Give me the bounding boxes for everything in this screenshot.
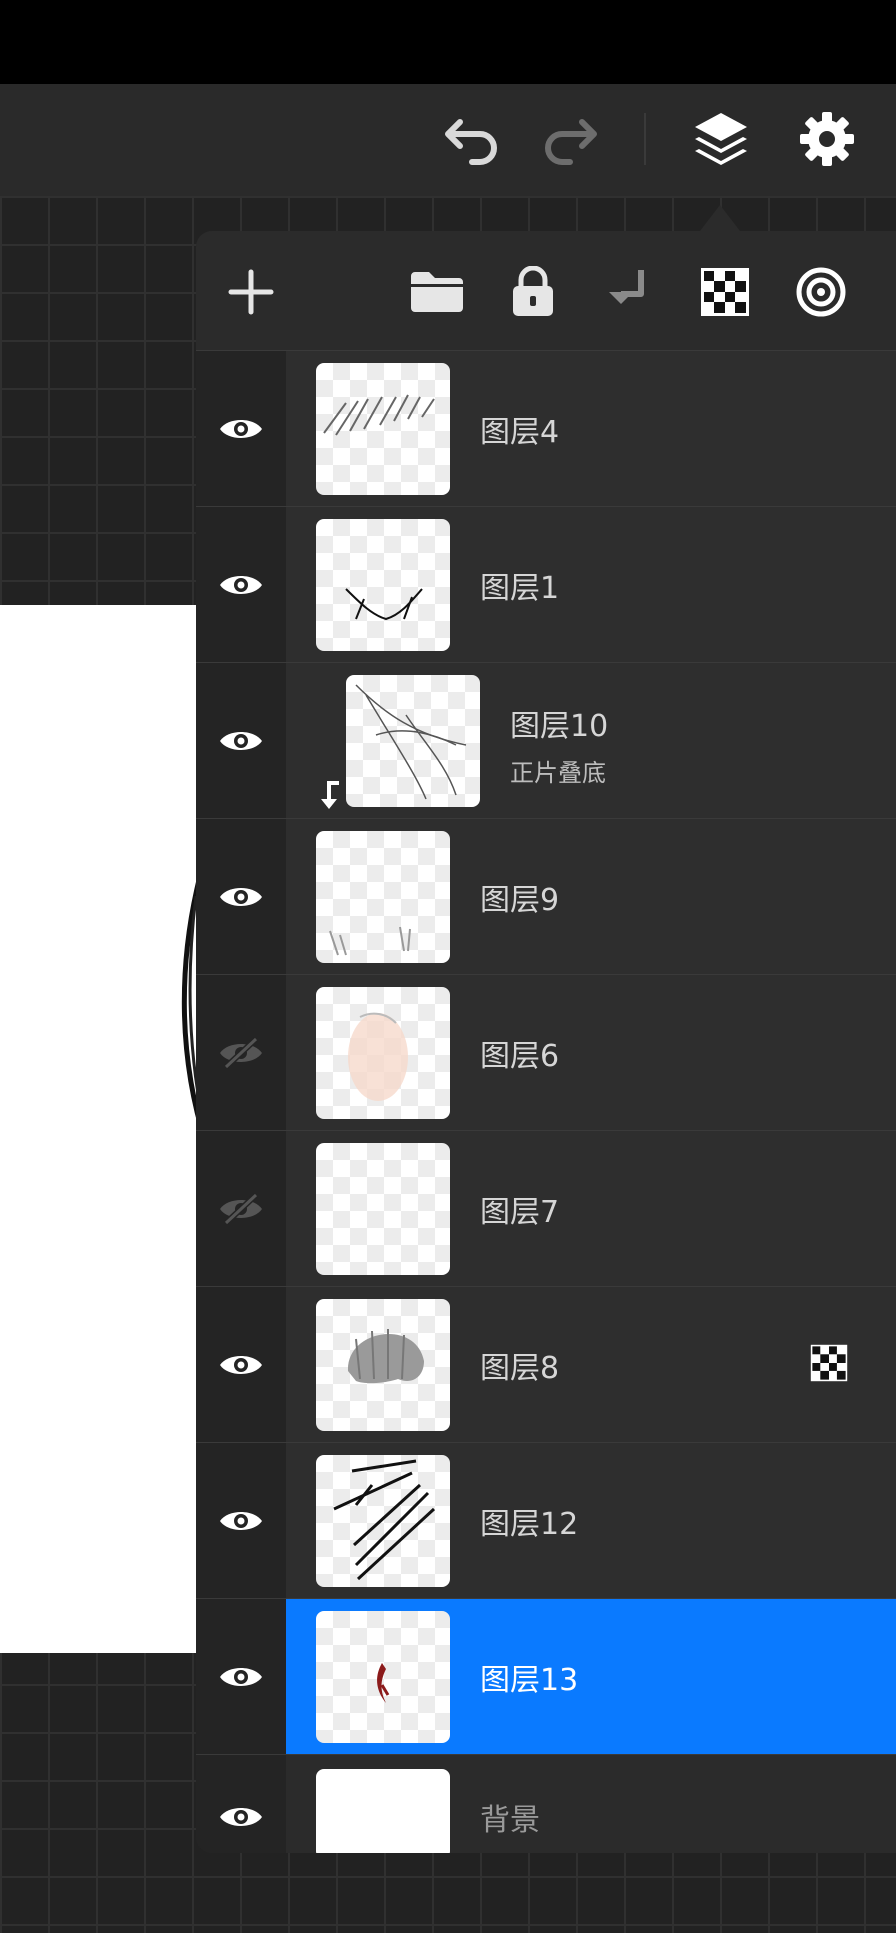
visibility-toggle[interactable] xyxy=(196,1131,286,1286)
visibility-toggle[interactable] xyxy=(196,1599,286,1754)
layer-thumbnail xyxy=(316,519,450,651)
lock-icon xyxy=(513,266,553,316)
layers-button[interactable] xyxy=(686,104,756,174)
layer-name: 图层7 xyxy=(480,1194,560,1230)
background-color-swatch[interactable] xyxy=(316,1769,450,1853)
layer-row[interactable]: 图层8 xyxy=(196,1286,896,1442)
visibility-toggle[interactable] xyxy=(196,1287,286,1442)
checkerboard-icon xyxy=(810,1344,848,1381)
layer-thumbnail xyxy=(316,1299,450,1431)
lock-layer-button[interactable] xyxy=(502,261,564,323)
layer-thumbnail xyxy=(316,1143,450,1275)
layer-name: 图层8 xyxy=(480,1350,560,1386)
visibility-toggle[interactable] xyxy=(196,663,286,818)
eye-icon xyxy=(220,887,262,906)
layer-name: 图层9 xyxy=(480,882,560,918)
layer-thumbnail xyxy=(346,675,480,807)
undo-arrow-icon xyxy=(445,119,497,165)
visibility-toggle[interactable] xyxy=(196,1443,286,1598)
layers-stack-icon xyxy=(695,113,747,165)
layer-thumbnail xyxy=(316,363,450,495)
undo-button[interactable] xyxy=(438,106,506,174)
layer-thumbnail xyxy=(316,1611,450,1743)
layer-row[interactable]: 图层6 xyxy=(196,974,896,1130)
layer-thumbnail xyxy=(316,1455,450,1587)
top-toolbar xyxy=(0,84,896,196)
layer-name: 图层12 xyxy=(480,1506,579,1542)
redo-button[interactable] xyxy=(536,106,604,174)
redo-arrow-icon xyxy=(545,119,597,165)
eye-icon xyxy=(220,1807,262,1826)
visibility-toggle[interactable] xyxy=(196,819,286,974)
toolbar-divider xyxy=(644,113,646,165)
eye-icon xyxy=(220,1667,262,1686)
visibility-toggle[interactable] xyxy=(196,507,286,662)
plus-icon xyxy=(228,269,274,315)
layer-name: 图层1 xyxy=(480,570,560,606)
eye-hidden-icon xyxy=(220,1036,262,1069)
clipping-mask-arrow-icon xyxy=(321,781,339,809)
layer-name: 图层10 xyxy=(510,709,609,744)
layer-row[interactable]: 图层4 xyxy=(196,350,896,506)
layers-panel-pointer xyxy=(700,205,740,231)
layer-thumbnail xyxy=(316,987,450,1119)
layer-row[interactable]: 图层12 xyxy=(196,1442,896,1598)
add-layer-button[interactable] xyxy=(220,261,282,323)
reference-button[interactable] xyxy=(790,261,852,323)
settings-button[interactable] xyxy=(792,104,862,174)
eye-icon xyxy=(220,731,262,750)
merge-down-button[interactable] xyxy=(598,261,660,323)
gear-icon xyxy=(800,112,854,166)
eye-hidden-icon xyxy=(220,1192,262,1225)
visibility-toggle[interactable] xyxy=(196,351,286,506)
folder-icon xyxy=(411,272,463,312)
visibility-toggle[interactable] xyxy=(196,975,286,1130)
layer-name: 背景 xyxy=(480,1802,540,1838)
eye-icon xyxy=(220,575,262,594)
layer-row[interactable]: 图层10 正片叠底 xyxy=(196,662,896,818)
reference-target-icon xyxy=(796,267,846,317)
eye-icon xyxy=(220,1511,262,1530)
layer-row-background[interactable]: 背景 xyxy=(196,1754,896,1853)
layer-row[interactable]: 图层1 xyxy=(196,506,896,662)
eye-icon xyxy=(220,419,262,438)
layer-name: 图层13 xyxy=(480,1662,579,1698)
merge-down-icon xyxy=(609,270,644,304)
alpha-lock-indicator xyxy=(810,1344,848,1386)
layer-row[interactable]: 图层7 xyxy=(196,1130,896,1286)
layer-name: 图层6 xyxy=(480,1038,560,1074)
layers-panel-header xyxy=(196,231,896,353)
checkerboard-icon xyxy=(701,268,749,316)
eye-icon xyxy=(220,1355,262,1374)
layer-name: 图层4 xyxy=(480,414,560,450)
blend-mode-label: 正片叠底 xyxy=(510,759,606,787)
layer-row-selected[interactable]: 图层13 xyxy=(196,1598,896,1754)
layer-thumbnail xyxy=(316,831,450,963)
layer-row[interactable]: 图层9 xyxy=(196,818,896,974)
alpha-lock-button[interactable] xyxy=(694,261,756,323)
visibility-toggle[interactable] xyxy=(196,1755,286,1853)
status-bar xyxy=(0,0,896,84)
layers-panel: 图层4 图层1 图层10 正片叠底 图层9 图层6 图层7 图层8 图层12 图… xyxy=(196,231,896,1853)
group-layers-button[interactable] xyxy=(406,261,468,323)
